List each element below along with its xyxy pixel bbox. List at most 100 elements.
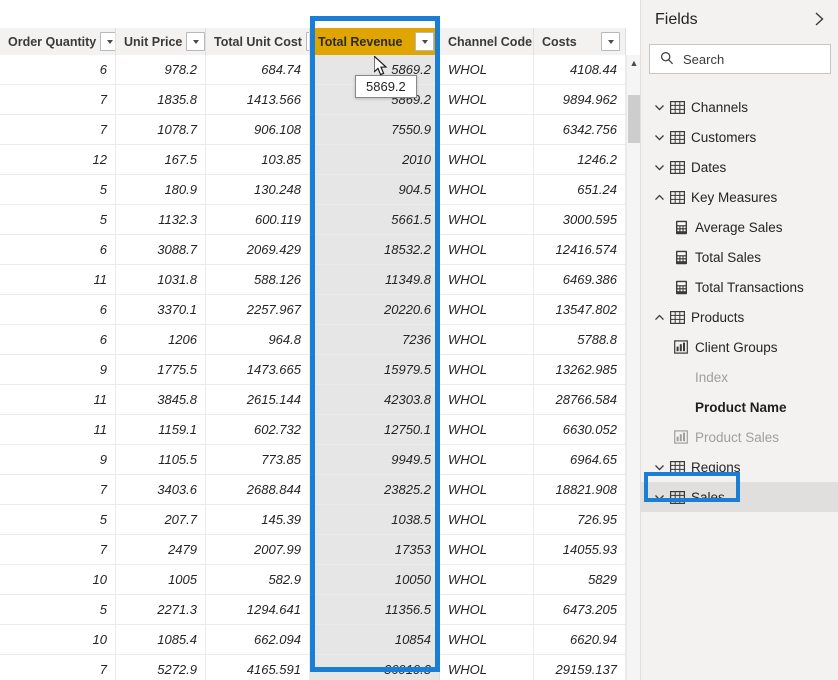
table-cell-channel_code[interactable]: WHOL [440, 145, 534, 174]
chevron-down-icon[interactable] [651, 462, 667, 473]
table-cell-unit_price[interactable]: 1775.5 [116, 355, 206, 384]
table-cell-total_unit_cost[interactable]: 2257.967 [206, 295, 310, 324]
chevron-down-icon[interactable] [651, 132, 667, 143]
filter-dropdown-icon-total_revenue[interactable] [415, 32, 434, 51]
table-cell-total_unit_cost[interactable]: 1413.566 [206, 85, 310, 114]
table-cell-costs[interactable]: 726.95 [534, 505, 626, 534]
table-row[interactable]: 6 3088.7 2069.429 18532.2 WHOL 12416.574 [0, 235, 626, 265]
table-cell-costs[interactable]: 5788.8 [534, 325, 626, 354]
table-cell-unit_price[interactable]: 1085.4 [116, 625, 206, 654]
table-cell-order_quantity[interactable]: 7 [0, 475, 116, 504]
table-cell-total_unit_cost[interactable]: 2688.844 [206, 475, 310, 504]
table-cell-order_quantity[interactable]: 6 [0, 295, 116, 324]
table-cell-channel_code[interactable]: WHOL [440, 595, 534, 624]
table-cell-unit_price[interactable]: 1132.3 [116, 205, 206, 234]
table-cell-order_quantity[interactable]: 9 [0, 355, 116, 384]
field-item-average-sales[interactable]: Average Sales [641, 212, 838, 242]
field-item-client-groups[interactable]: Client Groups [641, 332, 838, 362]
table-cell-costs[interactable]: 3000.595 [534, 205, 626, 234]
table-cell-costs[interactable]: 4108.44 [534, 55, 626, 84]
table-cell-costs[interactable]: 13262.985 [534, 355, 626, 384]
table-row[interactable]: 7 1835.8 1413.566 5869.2 WHOL 9894.962 [0, 85, 626, 115]
table-cell-total_unit_cost[interactable]: 773.85 [206, 445, 310, 474]
table-cell-total_unit_cost[interactable]: 1473.665 [206, 355, 310, 384]
column-header-total_unit_cost[interactable]: Total Unit Cost [206, 28, 310, 55]
table-row[interactable]: 6 978.2 684.74 5869.2 WHOL 4108.44 [0, 55, 626, 85]
table-cell-unit_price[interactable]: 207.7 [116, 505, 206, 534]
filter-dropdown-icon-costs[interactable] [601, 32, 620, 51]
table-cell-costs[interactable]: 6342.756 [534, 115, 626, 144]
table-cell-channel_code[interactable]: WHOL [440, 205, 534, 234]
chevron-right-icon[interactable] [814, 11, 825, 30]
table-cell-costs[interactable]: 9894.962 [534, 85, 626, 114]
field-item-key-measures[interactable]: Key Measures [641, 182, 838, 212]
table-cell-total_revenue[interactable]: 7236 [310, 325, 440, 354]
table-row[interactable]: 7 3403.6 2688.844 23825.2 WHOL 18821.908 [0, 475, 626, 505]
table-cell-order_quantity[interactable]: 11 [0, 265, 116, 294]
table-row[interactable]: 11 3845.8 2615.144 42303.8 WHOL 28766.584 [0, 385, 626, 415]
filter-dropdown-icon-unit_price[interactable] [186, 32, 205, 51]
field-item-sales[interactable]: Sales [641, 482, 838, 512]
chevron-up-icon[interactable] [651, 192, 667, 203]
table-row[interactable]: 11 1159.1 602.732 12750.1 WHOL 6630.052 [0, 415, 626, 445]
table-cell-total_unit_cost[interactable]: 2069.429 [206, 235, 310, 264]
table-cell-unit_price[interactable]: 1078.7 [116, 115, 206, 144]
table-cell-costs[interactable]: 13547.802 [534, 295, 626, 324]
table-cell-total_unit_cost[interactable]: 906.108 [206, 115, 310, 144]
table-cell-channel_code[interactable]: WHOL [440, 85, 534, 114]
table-cell-total_revenue[interactable]: 17353 [310, 535, 440, 564]
fields-list[interactable]: Channels Customers Dates Key Measures Averag… [641, 92, 838, 680]
column-header-order_quantity[interactable]: Order Quantity [0, 28, 116, 55]
table-cell-order_quantity[interactable]: 7 [0, 655, 116, 680]
column-header-channel_code[interactable]: Channel Code [440, 28, 534, 55]
table-cell-channel_code[interactable]: WHOL [440, 535, 534, 564]
table-cell-order_quantity[interactable]: 10 [0, 565, 116, 594]
table-cell-total_revenue[interactable]: 10854 [310, 625, 440, 654]
table-cell-order_quantity[interactable]: 5 [0, 505, 116, 534]
table-cell-total_revenue[interactable]: 904.5 [310, 175, 440, 204]
table-cell-costs[interactable]: 6964.65 [534, 445, 626, 474]
table-cell-channel_code[interactable]: WHOL [440, 265, 534, 294]
table-row[interactable]: 5 2271.3 1294.641 11356.5 WHOL 6473.205 [0, 595, 626, 625]
table-cell-channel_code[interactable]: WHOL [440, 445, 534, 474]
table-cell-channel_code[interactable]: WHOL [440, 505, 534, 534]
table-cell-total_revenue[interactable]: 2010 [310, 145, 440, 174]
table-cell-total_unit_cost[interactable]: 964.8 [206, 325, 310, 354]
table-cell-total_unit_cost[interactable]: 2615.144 [206, 385, 310, 414]
field-item-channels[interactable]: Channels [641, 92, 838, 122]
table-cell-order_quantity[interactable]: 11 [0, 385, 116, 414]
table-row[interactable]: 9 1105.5 773.85 9949.5 WHOL 6964.65 [0, 445, 626, 475]
table-cell-total_revenue[interactable]: 9949.5 [310, 445, 440, 474]
table-cell-total_unit_cost[interactable]: 662.094 [206, 625, 310, 654]
table-cell-channel_code[interactable]: WHOL [440, 55, 534, 84]
table-cell-unit_price[interactable]: 3845.8 [116, 385, 206, 414]
table-cell-costs[interactable]: 651.24 [534, 175, 626, 204]
field-item-total-sales[interactable]: Total Sales [641, 242, 838, 272]
table-cell-costs[interactable]: 18821.908 [534, 475, 626, 504]
chevron-down-icon[interactable] [651, 162, 667, 173]
table-cell-order_quantity[interactable]: 6 [0, 55, 116, 84]
table-cell-order_quantity[interactable]: 6 [0, 235, 116, 264]
table-row[interactable]: 12 167.5 103.85 2010 WHOL 1246.2 [0, 145, 626, 175]
table-cell-order_quantity[interactable]: 9 [0, 445, 116, 474]
field-item-product-sales[interactable]: Product Sales [641, 422, 838, 452]
table-cell-total_unit_cost[interactable]: 602.732 [206, 415, 310, 444]
table-cell-total_unit_cost[interactable]: 582.9 [206, 565, 310, 594]
table-cell-costs[interactable]: 6620.94 [534, 625, 626, 654]
scroll-up-arrow[interactable]: ▲ [627, 55, 640, 71]
table-cell-unit_price[interactable]: 1835.8 [116, 85, 206, 114]
table-row[interactable]: 6 3370.1 2257.967 20220.6 WHOL 13547.802 [0, 295, 626, 325]
table-cell-total_unit_cost[interactable]: 2007.99 [206, 535, 310, 564]
table-row[interactable]: 9 1775.5 1473.665 15979.5 WHOL 13262.985 [0, 355, 626, 385]
table-cell-order_quantity[interactable]: 7 [0, 535, 116, 564]
chevron-up-icon[interactable] [651, 312, 667, 323]
table-cell-costs[interactable]: 29159.137 [534, 655, 626, 680]
table-cell-channel_code[interactable]: WHOL [440, 175, 534, 204]
table-row[interactable]: 5 207.7 145.39 1038.5 WHOL 726.95 [0, 505, 626, 535]
table-cell-unit_price[interactable]: 1031.8 [116, 265, 206, 294]
table-cell-unit_price[interactable]: 167.5 [116, 145, 206, 174]
table-cell-total_revenue[interactable]: 36910.3 [310, 655, 440, 680]
table-row[interactable]: 7 1078.7 906.108 7550.9 WHOL 6342.756 [0, 115, 626, 145]
table-row[interactable]: 10 1085.4 662.094 10854 WHOL 6620.94 [0, 625, 626, 655]
field-item-product-name[interactable]: Product Name [641, 392, 838, 422]
